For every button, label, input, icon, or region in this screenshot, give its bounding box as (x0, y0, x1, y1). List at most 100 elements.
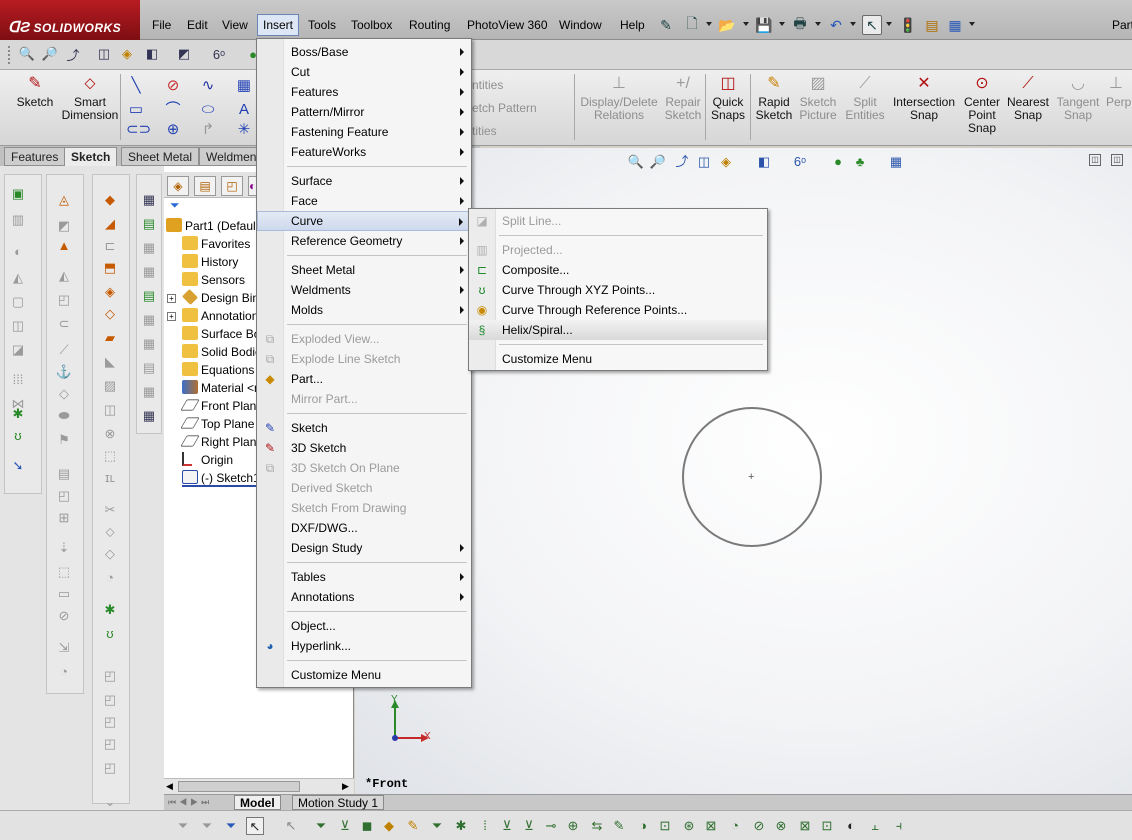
filter-center-icon[interactable]: ⊸ (542, 817, 560, 835)
view-orientation-icon[interactable]: ◈ (717, 153, 735, 171)
closed-corner-icon[interactable]: ⬚ (101, 447, 119, 465)
menu-item-curve-through-xyz-points[interactable]: ʊ Curve Through XYZ Points... (469, 280, 767, 300)
property-manager-tab-icon[interactable]: ▤ (194, 176, 216, 196)
table-icon[interactable]: ▤ (140, 359, 158, 377)
chevron-down-icon[interactable]: ⌄ (101, 793, 119, 811)
display-style-icon[interactable]: ◧ (143, 45, 161, 63)
menu-item-sheet-metal[interactable]: Sheet Metal (257, 260, 471, 280)
smart-dimension-button[interactable]: ⬦ Smart Dimension (60, 74, 120, 122)
display-style-icon[interactable]: ◧ (755, 153, 773, 171)
print-icon[interactable]: 🖶 (790, 15, 810, 35)
break-corner-icon[interactable]: ✂ (101, 501, 119, 519)
reference-point-icon[interactable]: ✱ (101, 601, 119, 619)
menu-insert[interactable]: Insert (257, 14, 300, 36)
select-arrow-icon[interactable]: ↖ (246, 817, 264, 835)
filter-solid-icon[interactable]: ◼ (358, 817, 376, 835)
perpendicular-snap-button[interactable]: ⊥ Perp (1106, 74, 1132, 109)
circle-center-point[interactable]: + (748, 471, 754, 483)
menu-item-curve-through-reference-points[interactable]: ◉ Curve Through Reference Points... (469, 300, 767, 320)
filter-text-icon[interactable]: ⊠ (702, 817, 720, 835)
structural-member-icon[interactable]: ◰ (55, 487, 73, 505)
parting-line-icon[interactable]: ⚓ (55, 363, 73, 381)
scrollbar-thumb[interactable] (178, 781, 300, 792)
horizontal-scrollbar[interactable]: ◀ ▶ (164, 778, 354, 794)
thicken-icon[interactable]: ⊂ (55, 315, 73, 333)
table-icon[interactable]: ▤ (140, 287, 158, 305)
filter-gtol-icon[interactable]: ⊡ (656, 817, 674, 835)
extrude-boss-icon[interactable]: ▣ (9, 185, 27, 203)
filter-table-icon[interactable]: ⊠ (796, 817, 814, 835)
edge-flange-icon[interactable]: ◢ (101, 215, 119, 233)
menu-item-reference-geometry[interactable]: Reference Geometry (257, 231, 471, 251)
menu-item-sketch[interactable]: ✎ Sketch (257, 418, 471, 438)
quick-snaps-button[interactable]: ◫ Quick Snaps (708, 74, 748, 122)
tooling-split-icon[interactable]: ⬬ (55, 407, 73, 425)
fillet-tool-icon[interactable]: ↱ (198, 120, 218, 140)
menu-item-mirror-part[interactable]: Mirror Part... (257, 389, 471, 409)
sketch-picture-button[interactable]: ▨ Sketch Picture (797, 74, 839, 122)
hide-show-items-icon[interactable]: ◩ (175, 45, 193, 63)
tab-scroll-arrows-icon[interactable]: ⏮◀▶⏭ (168, 797, 212, 808)
menu-item-part[interactable]: ◆ Part... (257, 369, 471, 389)
view-settings-icon[interactable]: ▦ (887, 153, 905, 171)
apply-scene-icon[interactable]: ♣ (851, 153, 869, 171)
menu-item-helix-spiral[interactable]: § Helix/Spiral... (469, 320, 767, 340)
filter-surface-icon[interactable]: ◑ (634, 817, 652, 835)
tree-root-part[interactable]: Part1 (Default (166, 217, 259, 235)
curve-icon[interactable]: ʊ (9, 427, 27, 445)
save-icon[interactable]: 💾 (754, 15, 774, 35)
save-dropdown-icon[interactable] (779, 22, 785, 26)
file-properties-icon[interactable]: ▤ (922, 15, 942, 35)
menu-item-derived-sketch[interactable]: Derived Sketch (257, 478, 471, 498)
core-icon[interactable]: ⚑ (55, 431, 73, 449)
line-tool-icon[interactable]: ╲ (126, 76, 146, 96)
rapid-sketch-button[interactable]: ✎ Rapid Sketch (753, 74, 795, 122)
filter-vertices-icon[interactable]: ⏷ (312, 817, 330, 835)
filter-sketch-icon[interactable]: ⊻ (336, 817, 354, 835)
menu-item-customize-menu[interactable]: Customize Menu (469, 349, 767, 369)
filter-origin-icon[interactable]: ⊕ (564, 817, 582, 835)
hide-show-items-icon[interactable]: 6ᵒ (791, 153, 809, 171)
weld-corner-icon[interactable]: ɪʟ (101, 469, 119, 487)
split-entities-button[interactable]: ⟋ Split Entities (843, 74, 887, 122)
edit-appearance-icon[interactable]: 6ᵒ (210, 45, 228, 63)
menu-toolbox[interactable]: Toolbox (346, 14, 397, 36)
menu-photoview[interactable]: PhotoView 360 (462, 14, 553, 36)
tab-weldments[interactable]: Weldmen (199, 147, 257, 166)
nearest-snap-button[interactable]: ⟋ Nearest Snap (1005, 74, 1051, 122)
tab-sketch[interactable]: Sketch (64, 147, 118, 166)
open-folder-icon[interactable]: 📂 (717, 15, 737, 35)
table-icon[interactable]: ▦ (140, 335, 158, 353)
filter-pie-icon[interactable]: ◐ (842, 817, 860, 835)
dimxpert-tab-icon[interactable]: ◐ (248, 176, 256, 196)
view-orientation-icon[interactable]: ◈ (118, 45, 136, 63)
tree-item-sensors[interactable]: Sensors (182, 271, 245, 289)
base-flange-icon[interactable]: ◆ (101, 191, 119, 209)
sketched-bend-icon[interactable]: ◇ (101, 545, 119, 563)
filter-end-icon[interactable]: ⫞ (890, 817, 908, 835)
point-star-icon[interactable]: ✳ (234, 120, 254, 140)
combine-icon[interactable]: ◩ (55, 217, 73, 235)
table-icon[interactable]: ▦ (140, 263, 158, 281)
menu-item-hyperlink[interactable]: ◕ Hyperlink... (257, 636, 471, 656)
filter-edges-icon[interactable]: ⏷ (198, 817, 216, 835)
table-icon[interactable]: ▦ (140, 383, 158, 401)
previous-view-icon[interactable]: ⤴ (64, 45, 82, 63)
filter-icon[interactable]: ⏷ (174, 817, 192, 835)
end-cap-icon[interactable]: ⇣ (55, 539, 73, 557)
rectangle-tool-icon[interactable]: ▭ (126, 100, 146, 120)
maximize-viewport-icon[interactable]: ◫ (1111, 154, 1123, 166)
point-tool-icon[interactable]: ⊕ (163, 120, 183, 140)
boundary-icon[interactable]: ▢ (9, 293, 27, 311)
options-icon[interactable]: ▦ (945, 15, 965, 35)
expand-toggle-icon[interactable]: + (167, 294, 176, 303)
shape-icon[interactable]: ◔ (55, 663, 73, 681)
tree-item-top-plane[interactable]: Top Plane (180, 415, 254, 433)
section-view-icon[interactable]: ◫ (95, 45, 113, 63)
new-dropdown-icon[interactable] (706, 22, 712, 26)
menu-item-3d-sketch-on-plane[interactable]: ⧉ 3D Sketch On Plane (257, 458, 471, 478)
menu-item-tables[interactable]: Tables (257, 567, 471, 587)
filter-dimension-icon[interactable]: ◆ (380, 817, 398, 835)
pin-icon[interactable]: ✎ (656, 15, 676, 35)
display-delete-relations-button[interactable]: ⊥ Display/Delete Relations (578, 74, 660, 122)
